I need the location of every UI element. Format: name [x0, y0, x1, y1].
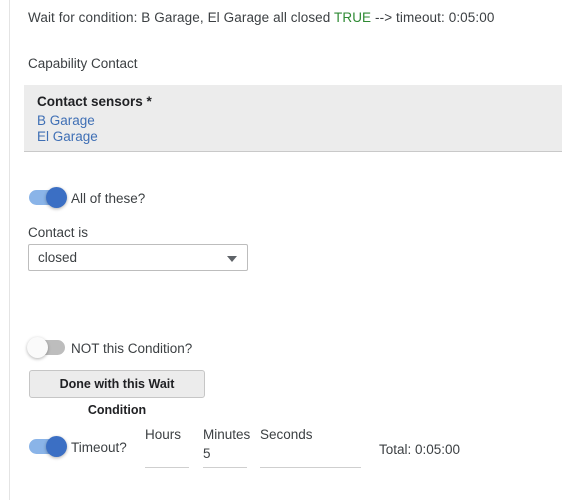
timeout-toggle[interactable]: [29, 436, 67, 457]
contact-is-selected-value: closed: [38, 250, 78, 265]
condition-summary-suffix: --> timeout: 0:05:00: [371, 10, 495, 25]
toggle-thumb: [46, 187, 67, 208]
condition-summary: Wait for condition: B Garage, El Garage …: [28, 10, 494, 25]
contact-is-label: Contact is: [28, 225, 89, 240]
all-of-these-label: All of these?: [71, 191, 146, 206]
timeout-seconds-caption: Seconds: [260, 427, 313, 442]
contact-sensors-title: Contact sensors *: [37, 94, 152, 109]
timeout-hours-caption: Hours: [145, 427, 182, 442]
toggle-thumb: [46, 436, 67, 457]
condition-state-true: TRUE: [334, 10, 372, 25]
contact-is-select[interactable]: closed: [28, 244, 248, 271]
timeout-minutes-underline: [203, 467, 247, 468]
sensor-link-b-garage[interactable]: B Garage: [37, 113, 95, 128]
sensor-link-el-garage[interactable]: El Garage: [37, 129, 98, 144]
toggle-thumb: [27, 337, 48, 358]
timeout-total-label: Total: 0:05:00: [379, 442, 461, 457]
done-with-wait-condition-button[interactable]: Done with this Wait Condition: [29, 370, 205, 417]
capability-label: Capability Contact: [28, 56, 138, 71]
not-this-condition-toggle[interactable]: [27, 337, 65, 358]
chevron-down-icon: [227, 256, 237, 262]
timeout-minutes-caption: Minutes: [203, 427, 251, 442]
timeout-seconds-underline: [260, 467, 361, 468]
timeout-minutes-value[interactable]: 5: [203, 446, 211, 462]
timeout-label: Timeout?: [71, 440, 127, 455]
wait-condition-editor: Wait for condition: B Garage, El Garage …: [0, 0, 562, 500]
all-of-these-toggle[interactable]: [29, 187, 67, 208]
timeout-hours-underline: [145, 467, 189, 468]
contact-sensors-panel: Contact sensors * B Garage El Garage: [24, 85, 562, 152]
not-this-condition-label: NOT this Condition?: [71, 341, 193, 356]
condition-summary-prefix: Wait for condition: B Garage, El Garage …: [28, 10, 335, 25]
